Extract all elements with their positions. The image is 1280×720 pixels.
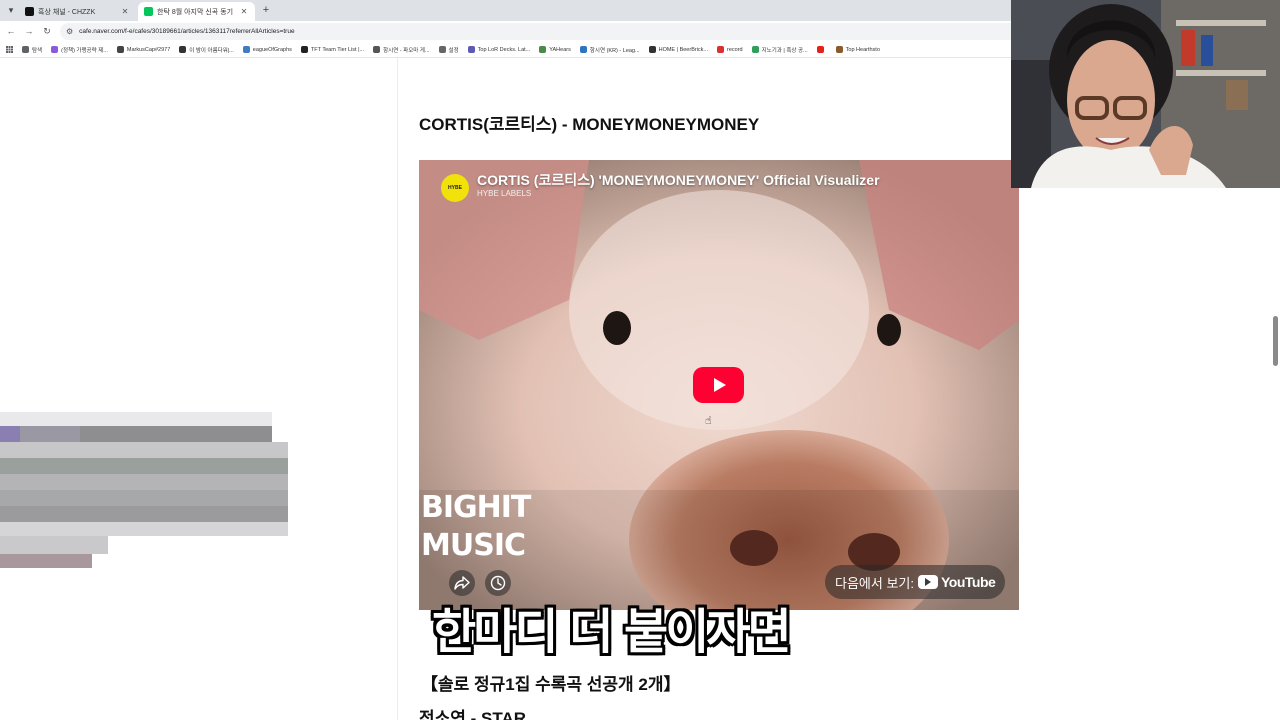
bookmark-favicon-icon — [51, 46, 59, 53]
bookmark-item[interactable]: 항시연 (KR) - Leag... — [579, 46, 640, 54]
apps-grid-icon[interactable] — [6, 46, 13, 53]
youtube-play-icon — [917, 575, 938, 589]
content-divider — [397, 58, 398, 720]
bookmark-favicon-icon — [835, 46, 843, 53]
censored-region — [0, 412, 290, 582]
bookmark-item[interactable]: record — [717, 46, 743, 53]
tab-chzzk[interactable]: 흑상 채널 - CHZZK ✕ — [19, 2, 136, 21]
bookmark-item[interactable]: YAHears — [539, 46, 571, 53]
screen: ▾ 흑상 채널 - CHZZK ✕ 한탁 8월 아지막 신곡 동기 ✕ + ← … — [0, 0, 1280, 720]
bookmark-label: YAHears — [549, 46, 571, 53]
chzzk-favicon-icon — [25, 7, 34, 16]
bookmark-item[interactable]: Top Hearthsto — [835, 46, 880, 53]
bookmark-label: Top Hearthsto — [845, 46, 880, 53]
bookmark-list: 탐색 (정책) 가맹공략 제... MarkusCap#2977 이 밤이 아름다워|… — [22, 46, 889, 54]
bookmark-item[interactable]: 탐색 — [22, 46, 42, 54]
section-heading: 【솔로 정규1집 수록곡 선공개 2개】 — [421, 675, 681, 694]
bookmark-label: Top LoR Decks. Lat... — [477, 46, 531, 53]
stream-subtitle-overlay: 한마디 더 붙이자면 — [432, 604, 792, 660]
bookmark-label: HOME | BeerBrick... — [658, 46, 709, 53]
bookmark-favicon-icon — [816, 46, 824, 53]
bookmark-label: 이 밤이 아름다워|... — [189, 47, 234, 54]
bookmark-item[interactable]: 설정 — [438, 46, 459, 54]
bookmark-favicon-icon — [179, 46, 187, 53]
scrollbar-thumb[interactable] — [1273, 316, 1278, 366]
bookmark-label: 항시연 - 파오마 게... — [383, 47, 430, 54]
tab-close-icon[interactable]: ✕ — [239, 7, 249, 16]
bookmark-item[interactable]: eagueOfGraphs — [242, 46, 292, 53]
bookmark-label: 지노기과 | 흑상 공... — [761, 47, 808, 54]
reload-icon[interactable]: ↻ — [41, 25, 53, 37]
tab-close-icon[interactable]: ✕ — [120, 7, 130, 16]
watch-on-label: 다음에서 보기: — [835, 575, 914, 591]
play-button[interactable] — [693, 367, 744, 403]
bighit-label: BIGHIT — [421, 490, 531, 525]
bookmark-label: MarkusCap#2977 — [126, 46, 171, 53]
tab-title: 한탁 8월 아지막 신곡 동기 — [157, 8, 234, 16]
watch-on-youtube-button[interactable]: 다음에서 보기: YouTube — [825, 565, 1006, 599]
forward-arrow-icon[interactable]: → — [23, 25, 35, 37]
music-label: MUSIC — [421, 528, 526, 563]
bookmark-favicon-icon — [751, 46, 759, 53]
play-icon — [714, 378, 726, 392]
bookmark-label: (정책) 가맹공략 제... — [61, 47, 108, 54]
bookmark-favicon-icon — [438, 46, 446, 53]
site-info-tune-icon[interactable]: ⚙ — [66, 27, 73, 36]
bookmark-label: 탐색 — [32, 47, 43, 54]
bookmark-label: eagueOfGraphs — [252, 46, 292, 53]
article-title: CORTIS(코르티스) - MONEYMONEYMONEY — [419, 115, 760, 134]
new-tab-button[interactable]: + — [259, 3, 273, 17]
bookmark-favicon-icon — [539, 46, 547, 53]
bookmark-item[interactable]: Top LoR Decks. Lat... — [467, 46, 531, 53]
naver-cafe-favicon-icon — [144, 7, 153, 16]
bookmark-label: 설정 — [448, 47, 459, 54]
bookmark-item[interactable]: 이 밤이 아름다워|... — [179, 46, 234, 54]
youtube-logo: YouTube — [917, 574, 996, 590]
video-title[interactable]: CORTIS (코르티스) 'MONEYMONEYMONEY' Official… — [477, 170, 880, 190]
bookmark-item[interactable] — [816, 46, 827, 53]
address-bar[interactable]: ⚙ cafe.naver.com/f-e/cafes/30189661/arti… — [60, 23, 1020, 40]
bookmark-label: TFT Team Tier List |... — [310, 46, 365, 53]
streamer-webcam — [1011, 0, 1280, 188]
bookmark-favicon-icon — [648, 46, 656, 53]
bookmark-item[interactable]: MarkusCap#2977 — [116, 46, 171, 53]
bookmark-item[interactable]: HOME | BeerBrick... — [648, 46, 709, 53]
bookmark-label: 항시연 (KR) - Leag... — [589, 47, 640, 54]
subsection-heading: 전소연 - STAR — [419, 709, 527, 720]
bookmark-favicon-icon — [467, 46, 475, 53]
bookmark-favicon-icon — [242, 46, 250, 53]
bookmark-item[interactable]: 지노기과 | 흑상 공... — [751, 46, 808, 54]
youtube-embed[interactable]: HYBE CORTIS (코르티스) 'MONEYMONEYMONEY' Off… — [419, 160, 1019, 610]
youtube-wordmark: YouTube — [940, 574, 996, 590]
bookmark-favicon-icon — [373, 46, 381, 53]
hand-cursor-icon: ☝ — [705, 415, 712, 427]
tab-naver-cafe[interactable]: 한탁 8월 아지막 신곡 동기 ✕ — [138, 2, 255, 21]
bookmark-item[interactable]: 항시연 - 파오마 게... — [373, 46, 430, 54]
bookmark-favicon-icon — [300, 46, 308, 53]
video-channel-name[interactable]: HYBE LABELS — [477, 189, 531, 198]
bookmark-favicon-icon — [116, 46, 124, 53]
tab-search-chevron-icon[interactable]: ▾ — [4, 3, 18, 17]
back-arrow-icon[interactable]: ← — [5, 25, 17, 37]
bookmark-favicon-icon — [22, 46, 29, 53]
url-text: cafe.naver.com/f-e/cafes/30189661/articl… — [79, 28, 295, 35]
bookmark-favicon-icon — [579, 46, 587, 53]
bookmark-label: record — [727, 46, 743, 53]
bookmark-item[interactable]: TFT Team Tier List |... — [300, 46, 365, 53]
bookmark-item[interactable]: (정책) 가맹공략 제... — [51, 46, 108, 54]
hybe-channel-avatar[interactable]: HYBE — [441, 174, 469, 202]
webcam-image — [1011, 0, 1280, 188]
tab-title: 흑상 채널 - CHZZK — [38, 8, 96, 16]
bookmark-favicon-icon — [717, 46, 725, 53]
